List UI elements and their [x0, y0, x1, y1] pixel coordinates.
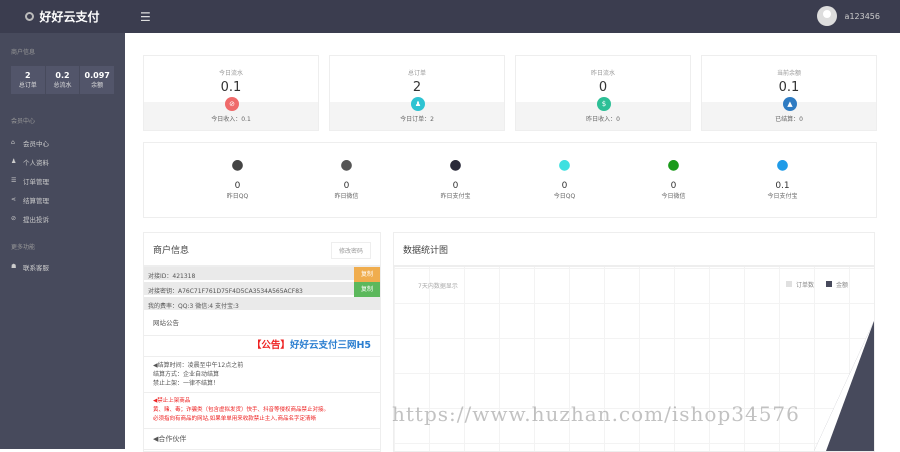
- sidebar-item-label: 联系客服: [23, 263, 49, 272]
- channel-stat: ● 0 昨日支付宝: [401, 143, 510, 217]
- channel-stat: ● 0 今日QQ: [510, 143, 619, 217]
- panel-title: 商户信息: [153, 246, 190, 256]
- wechat-icon: ●: [340, 157, 353, 173]
- share-icon: ⋖: [11, 196, 17, 203]
- stat-balance: 0.097 余额: [80, 66, 115, 94]
- channel-stat: ● 0 昨日QQ: [183, 143, 292, 217]
- legend-amount[interactable]: 金额: [825, 280, 848, 289]
- sidebar-item[interactable]: ☗ 联系客服: [0, 257, 125, 276]
- sidebar-item-label: 结算管理: [23, 196, 49, 205]
- stat-card: 总订单 2 ♟ 今日订单：2: [329, 55, 505, 131]
- channel-stat: ● 0 昨日微信: [292, 143, 401, 217]
- channel-stats: ● 0 昨日QQ ● 0 昨日微信 ● 0 昨日支付宝 ● 0 今日QQ ● 0 今日微信 ● 0.1 今日支付宝: [143, 142, 877, 218]
- account-stats: 2 总订单 0.2 总流水 0.097 余额: [11, 66, 115, 94]
- user-icon: ♟: [11, 158, 17, 165]
- qq-icon: ●: [558, 157, 571, 173]
- sidebar-item[interactable]: ⊘ 提出投诉: [0, 209, 125, 228]
- user-menu[interactable]: a123456: [816, 6, 880, 26]
- chart-subtitle: 7天内数据显示: [418, 283, 458, 290]
- panel-header: 数据统计图: [394, 233, 874, 267]
- sidebar-item[interactable]: ⌂ 会员中心: [0, 133, 125, 152]
- list-icon: ☰: [11, 177, 17, 184]
- wechat-icon: ●: [667, 157, 680, 173]
- stat-card: 当前余额 0.1 ▲ 已结算：0: [701, 55, 877, 131]
- notice-banner: 【公告】好好云支付三网H5: [144, 336, 380, 357]
- alipay-icon: ●: [776, 157, 789, 173]
- stat-card: 昨日流水 0 $ 昨日收入：0: [515, 55, 691, 131]
- brand-logo[interactable]: 好好云支付: [0, 0, 125, 33]
- ban-info: ◀禁止上架商品 黄、赌、毒；诈骗类（包含虚拟发货）快手、抖音等侵权商品禁止对接。必…: [144, 393, 380, 429]
- section-label: 会员中心: [11, 118, 36, 125]
- channel-stat: ● 0 今日微信: [619, 143, 728, 217]
- sidebar-item[interactable]: ⋖ 结算管理: [0, 190, 125, 209]
- settle-info: ◀结算时间：凌晨至中午12点之前 结算方式：企业自动结算 禁止上架：一律不结算！: [144, 357, 380, 393]
- merchant-key-row: 对接密钥：A76C71F761D75F4D5CA3534A565ACF83 复制: [144, 282, 380, 297]
- copy-id-button[interactable]: 复制: [354, 267, 380, 282]
- user-icon: ♟: [411, 97, 425, 111]
- stat-flow: 0.2 总流水: [45, 66, 80, 94]
- partner-title: ◀合作伙伴: [144, 429, 380, 450]
- channel-stat: ● 0.1 今日支付宝: [728, 143, 837, 217]
- merchant-panel: 商户信息 修改密码 对接ID：421318 复制 对接密钥：A76C71F761D…: [143, 232, 381, 452]
- chart-title: 数据统计图: [403, 246, 449, 256]
- section-label: 更多功能: [11, 244, 36, 251]
- stat-card: 今日流水 0.1 ⊘ 今日收入：0.1: [143, 55, 319, 131]
- change-password-button[interactable]: 修改密码: [330, 242, 371, 259]
- sidebar-item-label: 个人资料: [23, 158, 49, 167]
- clock-icon: ⊘: [225, 97, 239, 111]
- sidebar-item-label: 会员中心: [23, 139, 49, 148]
- chart-legend: 订单数 金额: [785, 280, 848, 289]
- rate-row: 我的费率：QQ:3 微信:4 支付宝:3: [144, 297, 380, 312]
- copy-key-button[interactable]: 复制: [354, 282, 380, 297]
- notice-title: 网站公告: [144, 312, 380, 336]
- stat-orders: 2 总订单: [11, 66, 45, 94]
- sidebar-item[interactable]: ☰ 订单管理: [0, 171, 125, 190]
- watermark: https://www.huzhan.com/ishop34576: [392, 402, 800, 426]
- hamburger-icon[interactable]: ☰: [140, 10, 151, 24]
- merchant-id-row: 对接ID：421318 复制: [144, 267, 380, 282]
- username: a123456: [844, 11, 880, 21]
- decorative-triangle: [814, 321, 874, 451]
- alipay-icon: ●: [449, 157, 462, 173]
- sidebar-item[interactable]: ♟ 个人资料: [0, 152, 125, 171]
- contact-icon: ☗: [11, 263, 17, 270]
- section-label: 商户信息: [11, 49, 36, 56]
- sidebar-item-label: 提出投诉: [23, 215, 49, 224]
- qq-icon: ●: [231, 157, 244, 173]
- logo-icon: [25, 12, 35, 21]
- sidebar: 商户信息 2 总订单 0.2 总流水 0.097 余额 会员中心 ⌂ 会员中心 ♟ 个人资料…: [0, 33, 125, 449]
- brand-name: 好好云支付: [39, 10, 100, 24]
- wallet-icon: ▲: [783, 97, 797, 111]
- panel-header: 商户信息 修改密码: [144, 233, 380, 267]
- block-icon: ⊘: [11, 215, 17, 222]
- top-bar: 好好云支付 ☰ a123456: [0, 0, 900, 33]
- sidebar-item-label: 订单管理: [23, 177, 49, 186]
- dollar-icon: $: [597, 97, 611, 111]
- home-icon: ⌂: [11, 139, 15, 146]
- legend-orders[interactable]: 订单数: [785, 280, 814, 289]
- avatar: [816, 6, 837, 26]
